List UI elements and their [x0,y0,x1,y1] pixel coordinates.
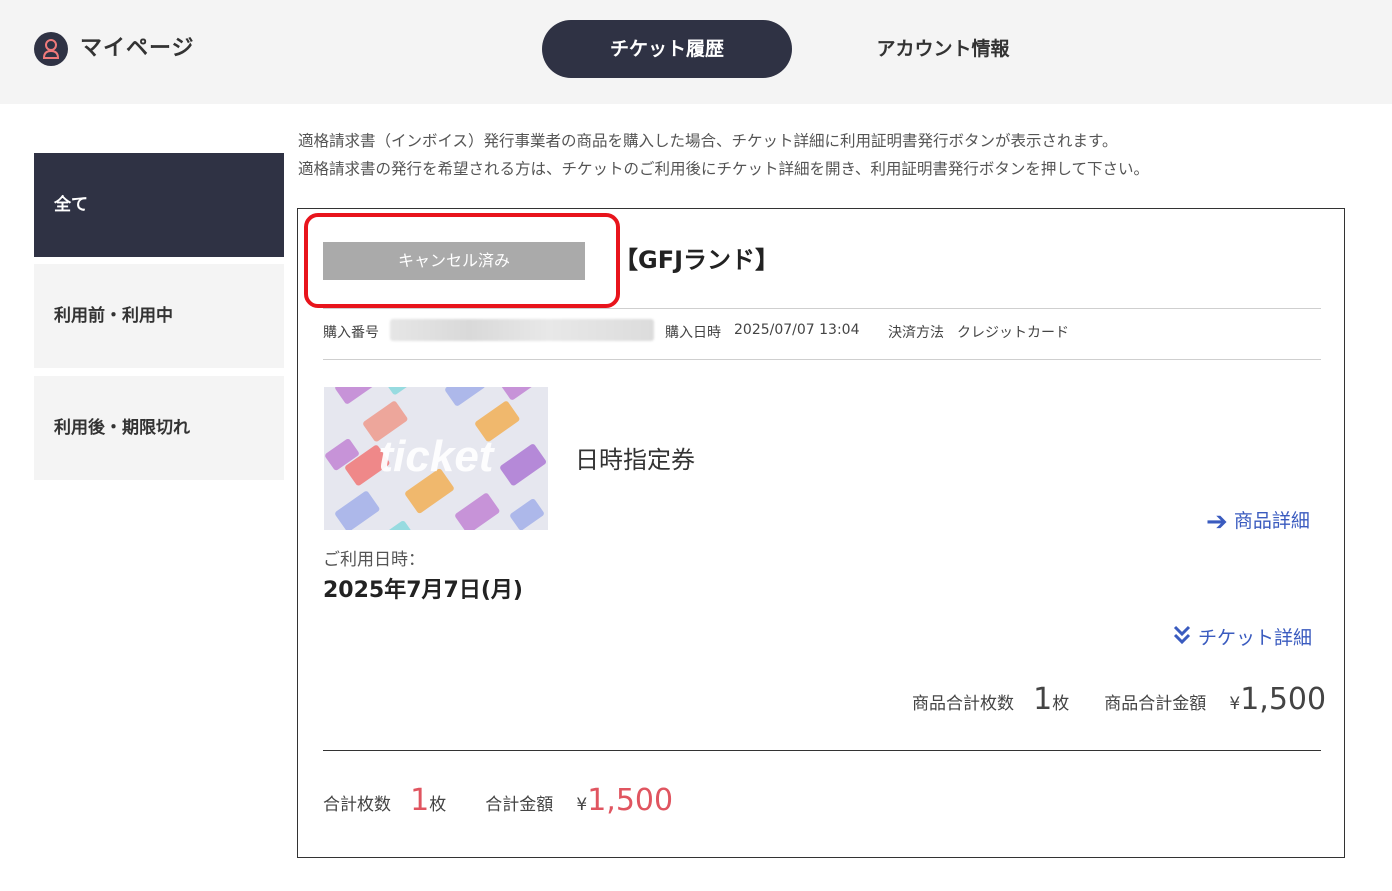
item-count: 1 [1033,682,1053,717]
sidebar-item-before-use[interactable]: 利用前・利用中 [34,264,284,368]
item-count-label: 商品合計枚数 [912,694,1014,714]
facility-name: 【GFJランド】 [614,246,780,274]
total-amount: 1,500 [587,783,674,818]
ticket-detail-label: チケット詳細 [1198,627,1313,649]
notice-line-1: 適格請求書（インボイス）発行事業者の商品を購入した場合、チケット詳細に利用証明書… [298,132,1118,150]
currency-symbol: ¥ [1229,694,1241,714]
total-count: 1 [410,783,430,818]
use-date-label: ご利用日時： [323,550,425,570]
annotation-highlight-box [304,213,620,308]
purchase-date: 2025/07/07 13:04 [734,322,860,338]
ticket-image-text: ticket [379,432,496,481]
purchase-number-redacted [390,319,654,341]
user-icon [34,32,68,66]
use-date: 2025年7月7日(月) [323,578,523,603]
arrow-right-icon: ➔ [1206,507,1228,537]
divider [323,308,1321,309]
sidebar-item-after-use[interactable]: 利用後・期限切れ [34,376,284,480]
invoice-notice: 適格請求書（インボイス）発行事業者の商品を購入した場合、チケット詳細に利用証明書… [298,127,1149,183]
item-amount-label: 商品合計金額 [1104,694,1207,714]
ticket-image: ticket [324,364,548,553]
product-name: 日時指定券 [575,446,695,474]
tab-account-info[interactable]: アカウント情報 [818,20,1068,78]
item-amount: 1,500 [1240,682,1327,717]
total-count-unit: 枚 [429,795,447,815]
sidebar-item-all[interactable]: 全て [34,153,284,257]
purchase-date-label: 購入日時 [665,325,721,341]
divider [323,359,1321,360]
total-amount-label: 合計金額 [485,795,554,815]
payment-label: 決済方法 [888,325,944,341]
total-currency-symbol: ¥ [576,795,588,815]
purchase-number-label: 購入番号 [323,325,379,341]
total-count-label: 合計枚数 [323,795,391,815]
payment-method: クレジットカード [957,325,1069,341]
page-title: マイページ [80,36,195,61]
item-summary: 商品合計枚数 1枚 商品合計金額 ¥1,500 [912,682,1326,717]
notice-line-2: 適格請求書の発行を希望される方は、チケットのご利用後にチケット詳細を開き、利用証… [298,160,1149,178]
chevron-double-down-icon [1172,624,1192,651]
item-count-unit: 枚 [1052,694,1070,714]
order-total: 合計枚数 1枚 合計金額 ¥1,500 [323,783,673,818]
divider [323,750,1321,751]
product-detail-link[interactable]: ➔ 商品詳細 [1206,506,1310,537]
product-detail-label: 商品詳細 [1233,510,1310,532]
tab-ticket-history[interactable]: チケット履歴 [542,20,792,78]
ticket-detail-link[interactable]: チケット詳細 [1172,623,1312,651]
header: マイページ チケット履歴 アカウント情報 [0,0,1392,104]
